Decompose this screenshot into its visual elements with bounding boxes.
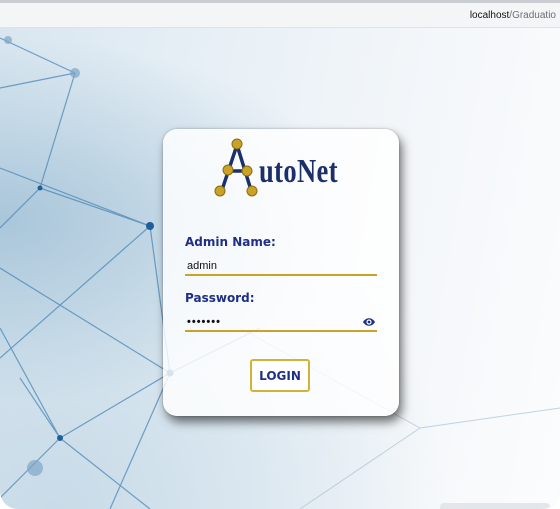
- admin-name-input[interactable]: [185, 258, 377, 276]
- eye-icon[interactable]: [362, 316, 376, 328]
- password-label: Password:: [185, 291, 255, 305]
- browser-toolbar: localhost/Graduatio: [0, 0, 560, 28]
- login-card: utoNet Admin Name: Password: LOGIN: [163, 129, 399, 416]
- bottom-scroll-tab: [440, 503, 550, 509]
- url-host: localhost: [469, 10, 510, 21]
- url-path: /Graduatio: [509, 10, 556, 21]
- admin-name-label: Admin Name:: [185, 235, 276, 249]
- address-bar[interactable]: localhost/Graduatio: [470, 10, 556, 21]
- login-button[interactable]: LOGIN: [250, 359, 310, 392]
- network-a-logo-icon: [214, 138, 258, 197]
- toolbar-edge: [0, 0, 560, 3]
- password-input[interactable]: [185, 314, 377, 332]
- browser-window: localhost/Graduatio utoNet Admin Name: a…: [0, 0, 560, 509]
- autonet-logo: utoNet: [207, 135, 367, 199]
- brand-name: utoNet: [259, 153, 338, 190]
